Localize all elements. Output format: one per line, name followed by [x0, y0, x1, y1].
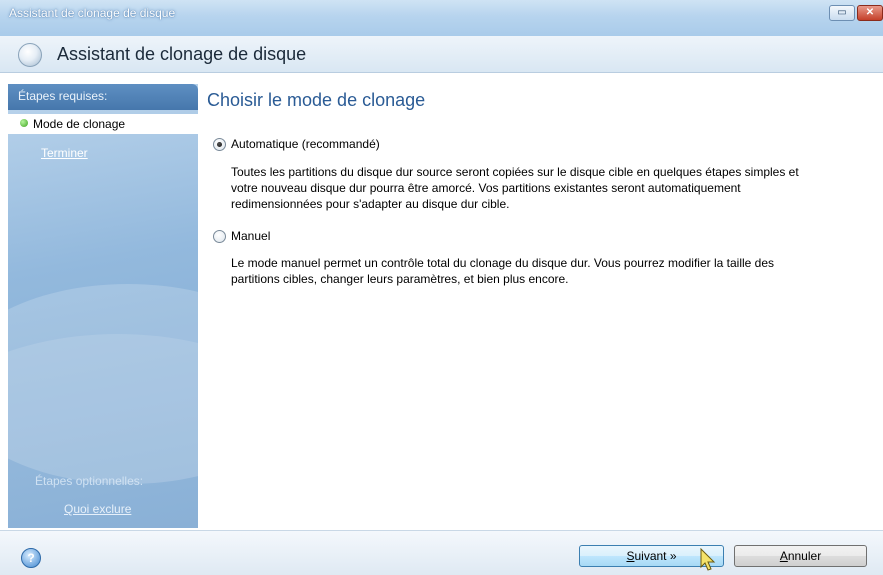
manual-label[interactable]: Manuel [231, 229, 270, 243]
description-line: Toutes les partitions du disque dur sour… [231, 165, 799, 179]
current-step-icon [20, 119, 28, 127]
window-title: Assistant de clonage de disque [9, 6, 176, 20]
sidebar-item-what-to-exclude[interactable]: Quoi exclure [64, 502, 131, 516]
description-line: redimensionnées pour s'adapter au disque… [231, 197, 510, 211]
close-button[interactable]: ✕ [857, 5, 883, 21]
optional-steps-header: Étapes optionnelles: [35, 474, 144, 488]
page-title: Choisir le mode de clonage [207, 90, 426, 110]
steps-sidebar: Étapes requises: Mode de clonage Termine… [8, 84, 198, 528]
description-line: Le mode manuel permet un contrôle total … [231, 256, 774, 270]
sidebar-item-clone-mode[interactable]: Mode de clonage [8, 114, 198, 134]
wizard-header: Assistant de clonage de disque [0, 36, 883, 73]
description-line: partitions cibles, changer leurs paramèt… [231, 272, 569, 286]
sidebar-item-label: Mode de clonage [33, 117, 126, 131]
cancel-label: nnuler [787, 549, 822, 563]
disk-clone-icon [18, 43, 42, 67]
wizard-title: Assistant de clonage de disque [57, 44, 307, 64]
wizard-footer: ? Suivant » Annuler [0, 530, 883, 575]
sidebar-decoration [8, 334, 198, 528]
description-line: votre nouveau disque dur pourra être amo… [231, 181, 741, 195]
cancel-mnemonic: A [779, 549, 788, 563]
next-label: uivant » [634, 549, 677, 563]
window-title-bar[interactable]: Assistant de clonage de disque ▭ ✕ [0, 0, 883, 36]
required-steps-header: Étapes requises: [8, 84, 198, 110]
restore-button[interactable]: ▭ [829, 5, 855, 21]
required-steps-label: Étapes requises: [18, 89, 108, 103]
sidebar-item-finish[interactable]: Terminer [41, 146, 88, 160]
manual-description: Le mode manuel permet un contrôle total … [231, 255, 871, 287]
cancel-button[interactable]: Annuler [734, 545, 867, 567]
mouse-pointer-icon [700, 548, 716, 571]
automatic-radio[interactable] [213, 138, 226, 151]
manual-radio[interactable] [213, 230, 226, 243]
automatic-label[interactable]: Automatique (recommandé) [231, 137, 380, 151]
automatic-description: Toutes les partitions du disque dur sour… [231, 164, 871, 212]
help-icon[interactable]: ? [21, 548, 41, 568]
